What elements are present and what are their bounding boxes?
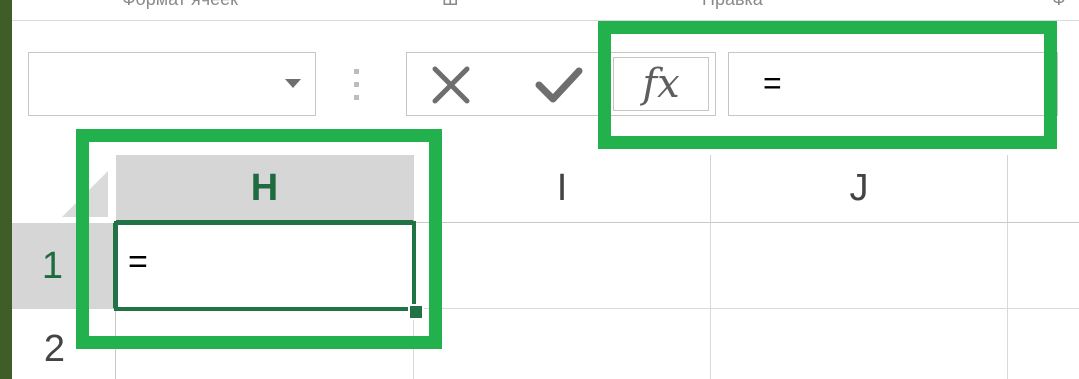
cell-highlight-box	[76, 129, 442, 349]
formula-highlight-box	[598, 21, 1057, 149]
cell-k1[interactable]	[1008, 223, 1079, 309]
enter-button[interactable]	[533, 63, 585, 107]
cell-i1[interactable]	[414, 223, 711, 309]
cell-k2[interactable]	[1008, 309, 1079, 379]
name-box[interactable]	[28, 52, 316, 116]
chevron-down-icon[interactable]	[285, 79, 301, 88]
ribbon-group-labels: Формат ячеек Ш Правка Ф	[12, 0, 1079, 21]
x-icon	[432, 66, 470, 104]
ribbon-group-label: Ф	[1052, 0, 1066, 10]
ribbon-group-label: Формат ячеек	[122, 0, 238, 10]
drag-handle-icon[interactable]	[354, 65, 360, 105]
ribbon-group-label: Правка	[702, 0, 763, 10]
cell-j1[interactable]	[711, 223, 1008, 309]
cancel-button[interactable]	[429, 63, 473, 107]
cell-j2[interactable]	[711, 309, 1008, 379]
checkmark-icon	[535, 67, 583, 103]
ribbon-group-label: Ш	[442, 0, 459, 10]
column-header-i[interactable]: I	[414, 155, 711, 223]
cell-i2[interactable]	[414, 309, 711, 379]
column-header-k[interactable]	[1008, 155, 1079, 223]
column-header-j[interactable]: J	[711, 155, 1008, 223]
excel-window: Формат ячеек Ш Правка Ф	[12, 0, 1079, 379]
